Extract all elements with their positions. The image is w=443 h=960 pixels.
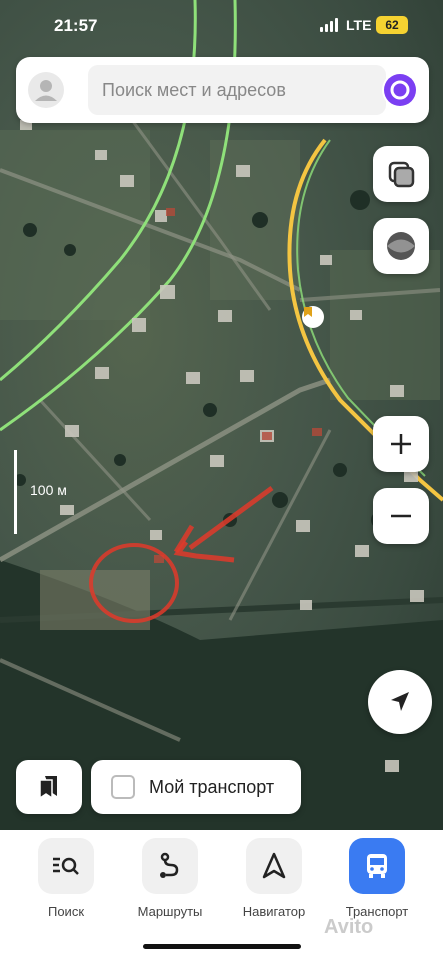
- route-icon: [142, 838, 198, 894]
- my-transport-checkbox[interactable]: [111, 775, 135, 799]
- tab-search-label: Поиск: [47, 904, 85, 919]
- bus-icon: [349, 838, 405, 894]
- my-location-button[interactable]: [368, 670, 432, 734]
- status-bar: 21:57 LTE 62: [0, 12, 443, 42]
- map-mode-icon: [387, 232, 415, 260]
- user-icon: [35, 80, 57, 101]
- tab-routes[interactable]: Маршруты: [120, 838, 220, 919]
- search-bar: [16, 57, 429, 123]
- navigator-arrow-icon: [246, 838, 302, 894]
- avito-watermark: Avito: [324, 916, 374, 938]
- layers-icon: [388, 161, 415, 188]
- battery-icon: 62: [376, 16, 408, 34]
- my-transport-label: Мой транспорт: [149, 776, 275, 797]
- home-indicator[interactable]: [143, 944, 301, 949]
- my-transport-toggle[interactable]: Мой транспорт: [91, 760, 301, 814]
- search-list-icon: [38, 838, 94, 894]
- signal-icon: [320, 18, 338, 32]
- status-time: 21:57: [54, 16, 98, 35]
- location-arrow-icon: [391, 692, 409, 711]
- plus-icon: [391, 434, 411, 454]
- tab-transport[interactable]: Транспорт: [327, 838, 427, 919]
- bookmarks-icon: [39, 776, 57, 800]
- map-scale: 100 м: [14, 440, 74, 540]
- tab-navigator-label: Навигатор: [242, 904, 306, 919]
- avatar[interactable]: [28, 72, 64, 108]
- scale-label: 100 м: [30, 482, 67, 498]
- search-input[interactable]: [88, 65, 386, 115]
- layers-button[interactable]: [373, 146, 429, 202]
- map-mode-button[interactable]: [373, 218, 429, 274]
- alice-voice-button[interactable]: [382, 72, 418, 108]
- zoom-in-button[interactable]: [373, 416, 429, 472]
- network-type: LTE: [346, 17, 372, 33]
- bottom-tab-bar: Поиск Маршруты Навигатор Транспорт: [0, 830, 443, 960]
- tab-search[interactable]: Поиск: [16, 838, 116, 919]
- scale-bar: [14, 450, 17, 534]
- alice-icon: [384, 74, 416, 106]
- tab-navigator[interactable]: Навигатор: [224, 838, 324, 919]
- minus-icon: [391, 514, 411, 518]
- tab-routes-label: Маршруты: [137, 904, 203, 919]
- zoom-out-button[interactable]: [373, 488, 429, 544]
- bookmarks-button[interactable]: [16, 760, 82, 814]
